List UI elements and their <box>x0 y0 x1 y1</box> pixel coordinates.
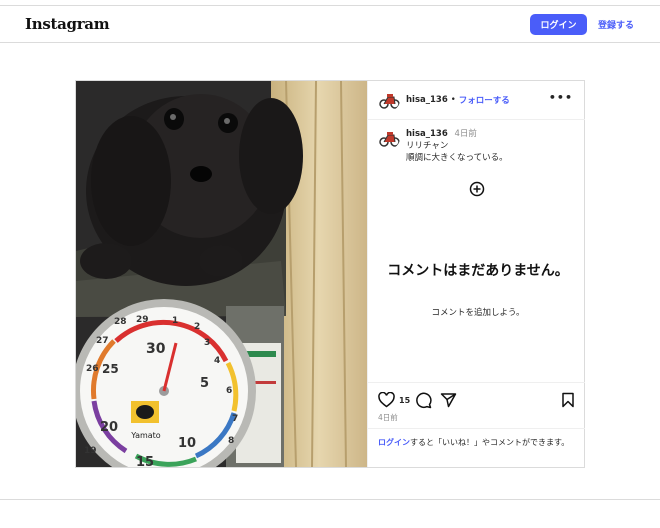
action-bar: 15 <box>378 391 578 413</box>
no-comments-title: コメントはまだありません。 <box>387 263 569 279</box>
caption: hisa_136 4日前 リリチャン 順調に大きくなっている。 <box>378 127 578 163</box>
plus-circle-icon <box>469 181 485 201</box>
comment-icon[interactable] <box>415 392 432 413</box>
actions-divider <box>368 382 585 383</box>
svg-text:4: 4 <box>214 356 220 366</box>
bookmark-icon[interactable] <box>561 392 575 412</box>
more-options-icon[interactable]: ••• <box>549 91 573 104</box>
post-card: Yamato 28 29 1 2 27 26 25 30 3 4 5 6 7 8… <box>75 80 585 468</box>
post-username[interactable]: hisa_136 <box>406 95 448 105</box>
login-button[interactable]: ログイン <box>530 14 587 35</box>
caption-line-1: リリチャン <box>406 141 449 151</box>
svg-text:8: 8 <box>228 436 234 446</box>
caption-line-2: 順調に大きくなっている。 <box>406 153 508 163</box>
motorbike-avatar-icon <box>379 132 400 147</box>
top-bar: Instagram ログイン 登録する <box>0 6 660 43</box>
svg-text:25: 25 <box>102 362 119 376</box>
svg-text:15: 15 <box>136 455 154 467</box>
post-photo[interactable]: Yamato 28 29 1 2 27 26 25 30 3 4 5 6 7 8… <box>76 81 367 467</box>
svg-text:1: 1 <box>172 316 178 326</box>
svg-text:5: 5 <box>200 376 209 391</box>
follow-button[interactable]: フォローする <box>459 94 510 106</box>
caption-avatar[interactable] <box>378 127 400 149</box>
heart-icon[interactable] <box>378 391 395 412</box>
svg-text:3: 3 <box>204 338 210 348</box>
login-prompt: ログインすると「いいね！」やコメントができます。 <box>378 437 578 449</box>
svg-text:29: 29 <box>136 315 149 325</box>
like-count[interactable]: 15 <box>399 396 410 405</box>
caption-username[interactable]: hisa_136 <box>406 129 448 139</box>
svg-text:20: 20 <box>100 420 118 435</box>
signup-link[interactable]: 登録する <box>598 18 634 31</box>
separator-dot: • <box>450 95 456 105</box>
share-icon[interactable] <box>440 392 457 412</box>
scale-brand-text: Yamato <box>130 431 161 440</box>
svg-text:19: 19 <box>84 446 97 456</box>
svg-text:26: 26 <box>86 364 99 374</box>
motorbike-avatar-icon <box>379 94 400 109</box>
footer-divider <box>368 428 585 429</box>
login-prompt-text: すると「いいね！」やコメントができます。 <box>410 438 570 447</box>
puppy-on-scale-image: Yamato 28 29 1 2 27 26 25 30 3 4 5 6 7 8… <box>76 81 367 467</box>
header-divider <box>368 119 585 120</box>
svg-text:30: 30 <box>146 341 166 357</box>
login-link[interactable]: ログイン <box>378 438 410 447</box>
bottom-divider <box>0 499 660 500</box>
add-comment-prompt: コメントを追加しよう。 <box>431 308 525 318</box>
post-side-panel: hisa_136 • フォローする ••• hisa_136 4日前 リリチャン… <box>367 81 585 467</box>
svg-text:7: 7 <box>232 414 238 424</box>
post-date: 4日前 <box>378 413 398 422</box>
avatar[interactable] <box>378 89 400 111</box>
svg-text:6: 6 <box>226 386 232 396</box>
svg-text:10: 10 <box>178 436 196 451</box>
caption-time: 4日前 <box>454 129 477 139</box>
svg-text:27: 27 <box>96 336 109 346</box>
instagram-logo[interactable]: Instagram <box>25 15 110 33</box>
svg-text:28: 28 <box>114 317 127 327</box>
svg-text:2: 2 <box>194 322 200 332</box>
